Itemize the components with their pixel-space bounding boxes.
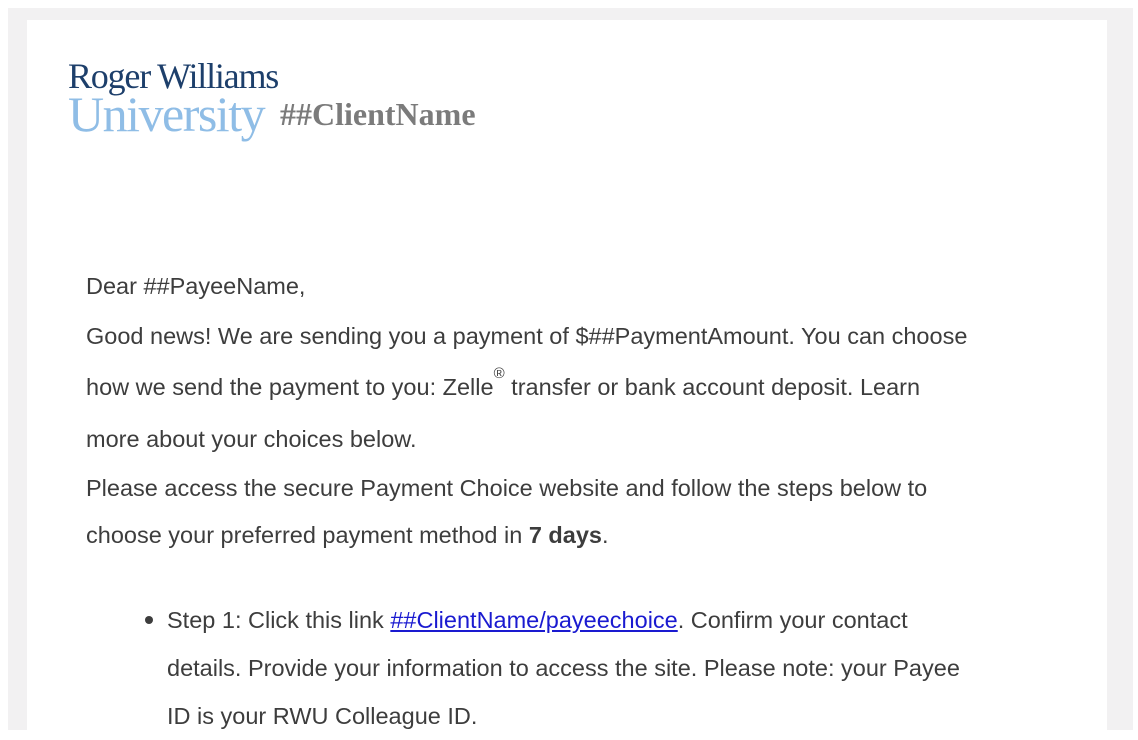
deadline-days: 7 days xyxy=(528,522,602,548)
list-item: Step 1: Click this link ##ClientName/pay… xyxy=(145,596,1097,740)
step-text: . Confirm your contact xyxy=(677,607,908,633)
email-body: Dear ##PayeeName, Good news! We are send… xyxy=(86,262,1096,559)
payment-paragraph-line: how we send the payment to you: Zelle® t… xyxy=(86,360,1096,415)
greeting: Dear ##PayeeName, xyxy=(86,273,306,299)
instructions-paragraph: Please access the secure Payment Choice … xyxy=(86,464,1096,559)
university-logo: Roger Williams University xyxy=(68,58,279,153)
email-background: Roger Williams University ##ClientName D… xyxy=(8,8,1133,730)
instructions-line: Please access the secure Payment Choice … xyxy=(86,475,928,501)
payee-choice-link[interactable]: ##ClientName/payeechoice xyxy=(390,607,677,633)
step-line: details. Provide your information to acc… xyxy=(167,655,960,681)
payment-text: transfer or bank account deposit. Learn xyxy=(504,374,921,400)
steps-list: Step 1: Click this link ##ClientName/pay… xyxy=(145,596,1097,740)
step-line: Step 1: Click this link ##ClientName/pay… xyxy=(167,596,1097,644)
payment-paragraph-line: more about your choices below. xyxy=(86,426,417,452)
registered-mark: ® xyxy=(493,365,505,382)
payment-text: how we send the payment to you: Zelle xyxy=(86,374,494,400)
instructions-text: . xyxy=(602,522,609,548)
bullet-icon xyxy=(145,616,153,624)
email-card: Roger Williams University ##ClientName D… xyxy=(27,20,1107,730)
payment-paragraph: Good news! We are sending you a payment … xyxy=(86,310,1096,464)
step-line: ID is your RWU Colleague ID. xyxy=(167,703,478,729)
instructions-text: choose your preferred payment method in xyxy=(86,522,529,548)
instructions-line: choose your preferred payment method in … xyxy=(86,511,1096,559)
client-name-heading: ##ClientName xyxy=(280,96,476,132)
step-text: Step 1: Click this link xyxy=(167,607,391,633)
payment-paragraph-line: Good news! We are sending you a payment … xyxy=(86,323,968,349)
logo-line-university: University xyxy=(68,86,266,142)
